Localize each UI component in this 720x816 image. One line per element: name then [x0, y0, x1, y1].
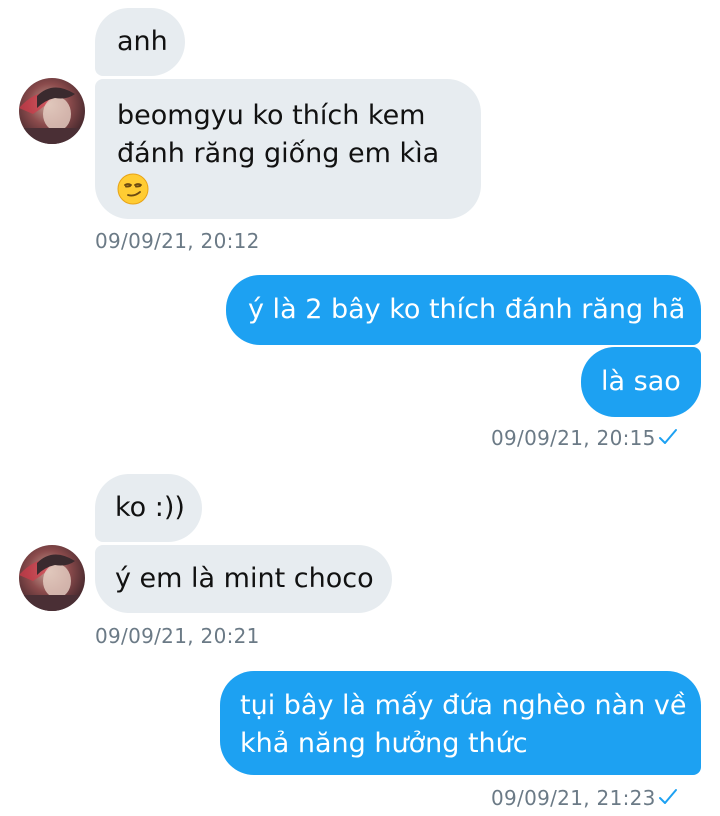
- message-text: ko :)): [115, 492, 185, 523]
- message-text-line: khả năng hưởng thức: [240, 728, 528, 759]
- message-text-line: tụi bây là mấy đứa nghèo nàn về: [240, 690, 687, 721]
- message-text-line: đánh răng giống em kìa: [117, 138, 440, 169]
- message-thread: anh beomgyu ko thích kem đánh răng giống…: [0, 0, 720, 816]
- message-timestamp: 09/09/21, 20:21: [95, 624, 260, 648]
- incoming-message[interactable]: beomgyu ko thích kem đánh răng giống em …: [95, 79, 481, 219]
- outgoing-message[interactable]: ý là 2 bây ko thích đánh răng hã: [226, 275, 701, 345]
- message-text: anh: [117, 26, 168, 57]
- incoming-message[interactable]: anh: [95, 8, 185, 76]
- avatar[interactable]: [19, 545, 85, 611]
- message-text: là sao: [601, 366, 681, 397]
- incoming-message[interactable]: ko :)): [95, 474, 202, 542]
- incoming-message[interactable]: ý em là mint choco: [95, 545, 392, 613]
- message-text: ý là 2 bây ko thích đánh răng hã: [248, 294, 686, 325]
- smirking-face-emoji-icon: [117, 173, 149, 205]
- message-text: ý em là mint choco: [115, 563, 374, 594]
- message-text-line: beomgyu ko thích kem: [117, 100, 426, 131]
- outgoing-message[interactable]: tụi bây là mấy đứa nghèo nàn về khả năng…: [220, 671, 701, 775]
- message-timestamp: 09/09/21, 20:15: [491, 426, 678, 450]
- outgoing-message[interactable]: là sao: [581, 347, 701, 417]
- message-timestamp: 09/09/21, 20:12: [95, 229, 260, 253]
- check-icon: [658, 427, 678, 447]
- avatar[interactable]: [19, 78, 85, 144]
- check-icon: [658, 787, 678, 807]
- message-timestamp: 09/09/21, 21:23: [491, 786, 678, 810]
